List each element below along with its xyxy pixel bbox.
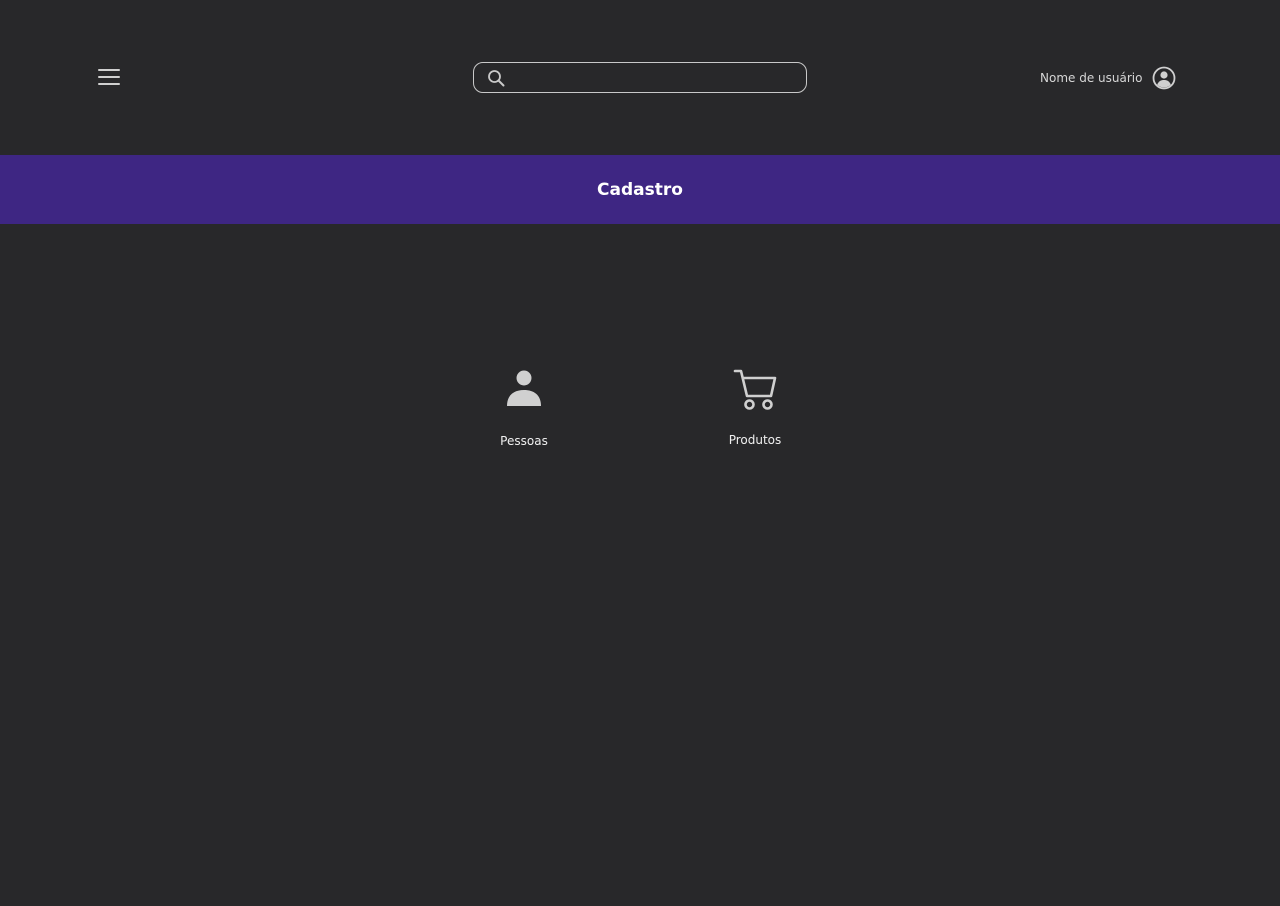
tile-pessoas[interactable]: Pessoas — [464, 366, 584, 462]
user-name: Nome de usuário — [1040, 71, 1143, 85]
user-menu[interactable]: Nome de usuário — [1040, 64, 1176, 92]
top-bar: Nome de usuário — [0, 0, 1280, 155]
page: Nome de usuário Cadastro Pessoas Produto… — [0, 0, 1280, 906]
shopping-cart-icon — [733, 369, 777, 410]
search-icon — [488, 70, 505, 87]
hamburger-menu-icon[interactable] — [96, 66, 122, 90]
search-input[interactable] — [512, 67, 801, 91]
tile-label: Produtos — [728, 433, 782, 447]
person-icon — [507, 370, 541, 406]
tile-produtos[interactable]: Produtos — [695, 366, 815, 462]
search-box[interactable] — [473, 62, 807, 93]
page-title: Cadastro — [597, 179, 683, 200]
tile-label: Pessoas — [500, 434, 548, 448]
section-banner: Cadastro — [0, 155, 1280, 224]
user-circle-icon — [1153, 66, 1176, 90]
